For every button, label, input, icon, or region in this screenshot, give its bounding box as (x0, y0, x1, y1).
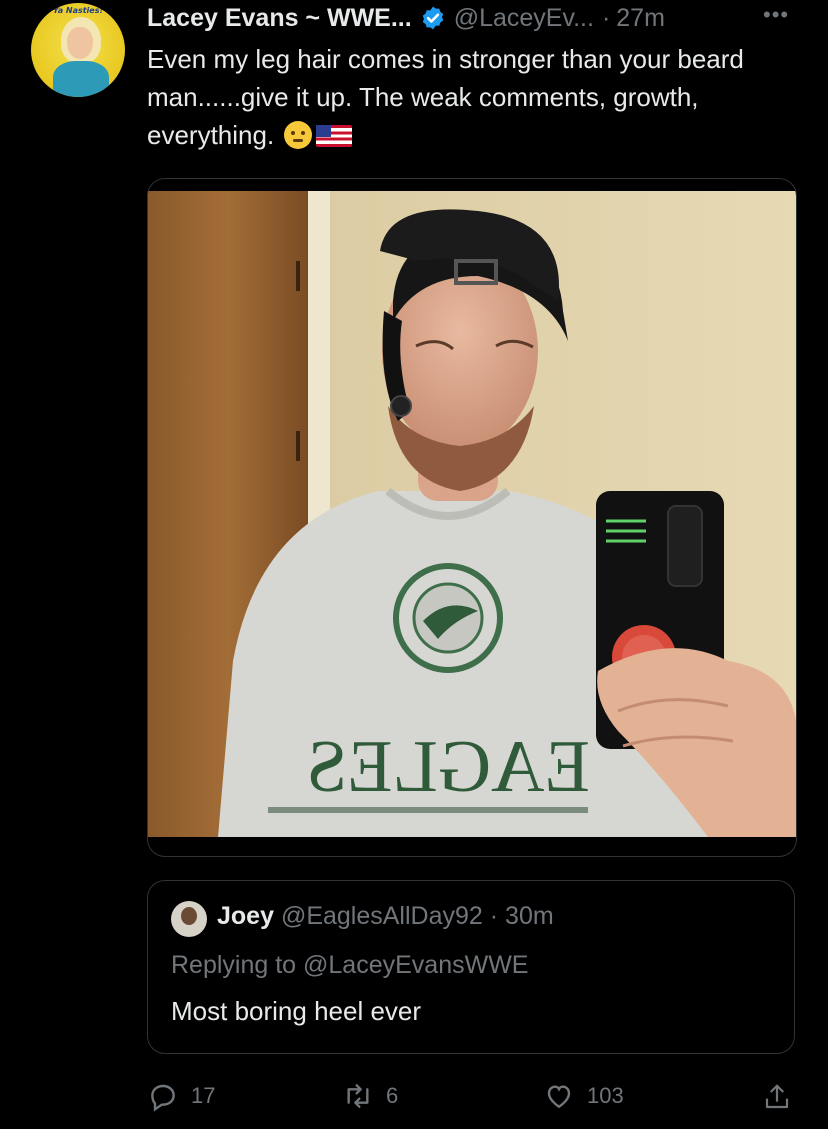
tweet-media[interactable]: EAGLES (147, 178, 797, 857)
quoted-handle[interactable]: @EaglesAllDay92 (281, 902, 483, 930)
quoted-text: Most boring heel ever (171, 996, 422, 1026)
tweet-header: Lacey Evans ~ WWE... @LaceyEv... · 27m (147, 2, 665, 34)
retweet-button[interactable]: 6 (342, 1080, 398, 1112)
tweet-time[interactable]: 27m (616, 4, 665, 33)
us-flag-emoji-icon (316, 125, 353, 147)
share-button[interactable] (762, 1082, 792, 1117)
author-name[interactable]: Lacey Evans ~ WWE... (147, 4, 412, 33)
reply-count: 17 (191, 1083, 216, 1108)
saluting-face-emoji-icon (284, 121, 313, 149)
author-handle[interactable]: @LaceyEv... (454, 4, 594, 33)
reply-button[interactable]: 17 (147, 1080, 215, 1112)
avatar-tagline: Ya Nasties! (52, 6, 104, 15)
author-avatar[interactable]: Ya Nasties! (31, 3, 125, 97)
more-options-icon[interactable]: ••• (763, 2, 789, 28)
tweet-text-body: Even my leg hair comes in stronger than … (147, 44, 744, 150)
reply-icon (151, 1084, 175, 1112)
quoted-tweet[interactable]: Joey @EaglesAllDay92 · 30m Replying to @… (147, 880, 795, 1054)
heart-icon (547, 1085, 571, 1109)
like-count: 103 (587, 1083, 624, 1108)
action-bar: 17 6 103 (0, 1080, 828, 1116)
quoted-header: Joey @EaglesAllDay92 · 30m (217, 902, 554, 931)
quoted-time: 30m (505, 902, 554, 930)
quoted-name[interactable]: Joey (217, 902, 274, 930)
like-button[interactable]: 103 (543, 1080, 624, 1112)
svg-text:EAGLES: EAGLES (306, 726, 590, 808)
quoted-separator: · (489, 902, 499, 930)
header-separator: · (601, 3, 611, 32)
tweet-text: Even my leg hair comes in stronger than … (147, 40, 787, 154)
quoted-avatar[interactable] (171, 901, 207, 937)
retweet-count: 6 (386, 1083, 399, 1108)
verified-badge-icon (422, 6, 443, 30)
retweet-icon (347, 1084, 369, 1108)
share-icon (765, 1084, 789, 1109)
tweet-photo[interactable]: EAGLES (148, 191, 796, 837)
quoted-replying-to: Replying to @LaceyEvansWWE (171, 951, 529, 979)
